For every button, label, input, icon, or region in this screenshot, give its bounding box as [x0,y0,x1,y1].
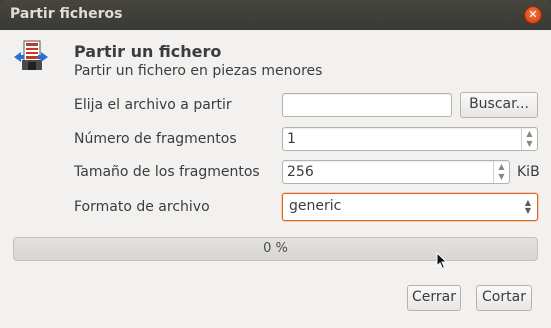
fragments-label: Número de fragmentos [74,131,237,147]
size-label: Tamaño de los fragmentos [74,164,260,180]
combo-arrows-icon: ▲ ▼ [524,198,531,215]
fragments-spinbox[interactable]: 1 ▲ ▼ [282,127,538,151]
dialog-subheading: Partir un fichero en piezas menores [74,63,323,79]
file-split-icon [14,40,48,70]
progress-text: 0 % [263,241,288,256]
format-label: Formato de archivo [74,199,210,215]
close-button[interactable]: ✕ [524,6,542,24]
close-dialog-button[interactable]: Cerrar [407,285,461,311]
chevron-up-icon[interactable]: ▲ [494,162,509,172]
size-stepper[interactable]: ▲ ▼ [493,161,509,183]
browse-button[interactable]: Buscar... [460,92,538,118]
mouse-pointer-icon [436,252,448,270]
window-title: Partir ficheros [10,6,123,22]
size-value: 256 [287,164,314,180]
chevron-down-icon[interactable]: ▼ [494,172,509,182]
dialog-heading: Partir un fichero [74,42,222,61]
close-icon: ✕ [528,8,538,21]
size-unit: KiB [517,164,540,180]
split-button[interactable]: Cortar [476,285,532,311]
file-label: Elija el archivo a partir [74,97,232,113]
file-input[interactable] [282,93,452,117]
title-bar: Partir ficheros ✕ [0,0,551,30]
format-select[interactable]: generic ▲ ▼ [282,193,538,221]
chevron-up-icon[interactable]: ▲ [522,129,537,139]
size-spinbox[interactable]: 256 ▲ ▼ [282,160,510,184]
fragments-stepper[interactable]: ▲ ▼ [521,128,537,150]
split-dialog: Partir un fichero Partir un fichero en p… [0,30,551,328]
format-selected-value: generic [289,198,342,214]
progress-bar: 0 % [13,237,538,261]
chevron-down-icon[interactable]: ▼ [522,139,537,149]
fragments-value: 1 [287,131,296,147]
